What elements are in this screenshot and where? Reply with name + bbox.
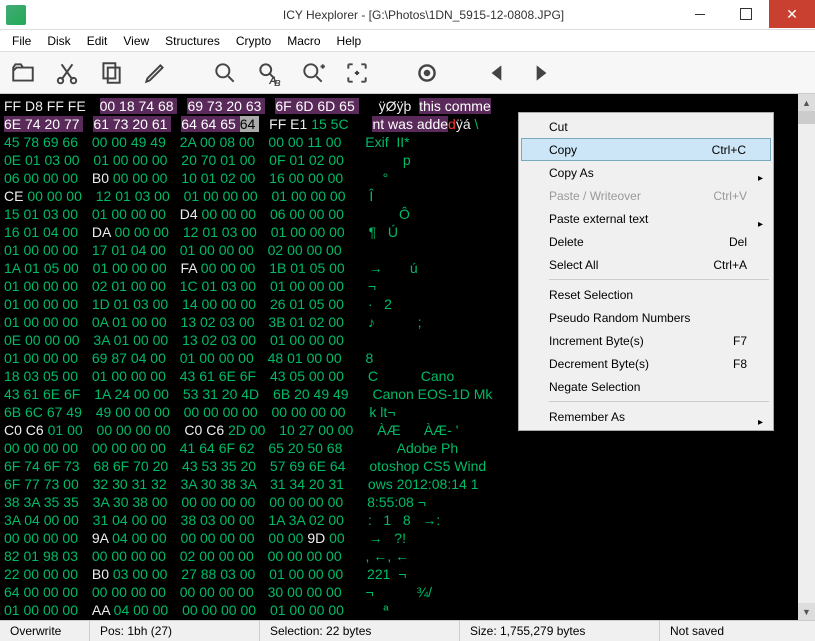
hex-row[interactable]: 00 00 00 00 9A 04 00 00 00 00 00 00 00 0… [4,529,811,547]
hex-row[interactable]: 01 00 00 00 AA 04 00 00 00 00 00 00 01 0… [4,601,811,619]
menu-view[interactable]: View [115,32,157,50]
hex-row[interactable]: 64 00 00 00 00 00 00 00 00 00 00 00 30 0… [4,583,811,601]
minimize-button[interactable] [677,0,723,28]
menu-item-delete[interactable]: DeleteDel [521,230,771,253]
menu-item-cut[interactable]: Cut [521,115,771,138]
menu-item-pseudo-random-numbers[interactable]: Pseudo Random Numbers [521,306,771,329]
menu-file[interactable]: File [4,32,39,50]
zoom-icon[interactable] [298,58,328,88]
edit-icon[interactable] [140,58,170,88]
menu-item-negate-selection[interactable]: Negate Selection [521,375,771,398]
menu-crypto[interactable]: Crypto [228,32,279,50]
status-selection: Selection: 22 bytes [260,621,460,641]
menu-macro[interactable]: Macro [279,32,328,50]
menu-item-select-all[interactable]: Select AllCtrl+A [521,253,771,276]
menubar: FileDiskEditViewStructuresCryptoMacroHel… [0,30,815,52]
record-icon[interactable] [412,58,442,88]
prev-icon[interactable] [482,58,512,88]
hex-row[interactable]: 3A 04 00 00 31 04 00 00 38 03 00 00 1A 3… [4,511,811,529]
status-mode: Overwrite [0,621,90,641]
menu-item-copy-as[interactable]: Copy As [521,161,771,184]
menu-disk[interactable]: Disk [39,32,78,50]
menu-separator [549,401,769,402]
close-button[interactable]: ✕ [769,0,815,28]
menu-structures[interactable]: Structures [157,32,228,50]
hex-row[interactable]: 82 01 98 03 00 00 00 00 02 00 00 00 00 0… [4,547,811,565]
hex-row[interactable]: 6F 77 73 00 32 30 31 32 3A 30 38 3A 31 3… [4,475,811,493]
hex-row[interactable]: 01 00 00 00 92 04 00 00 00 00 00 00 BE 0… [4,619,811,620]
menu-separator [549,279,769,280]
hex-row[interactable]: 38 3A 35 35 3A 30 38 00 00 00 00 00 00 0… [4,493,811,511]
statusbar: Overwrite Pos: 1bh (27) Selection: 22 by… [0,620,815,641]
menu-edit[interactable]: Edit [79,32,116,50]
vertical-scrollbar[interactable]: ▲ ▼ [798,94,815,620]
context-menu: CutCopyCtrl+CCopy AsPaste / WriteoverCtr… [518,112,774,431]
find-replace-icon[interactable]: AB [254,58,284,88]
open-icon[interactable] [8,58,38,88]
next-icon[interactable] [526,58,556,88]
copy-icon[interactable] [96,58,126,88]
scroll-up-icon[interactable]: ▲ [798,94,815,111]
menu-help[interactable]: Help [329,32,370,50]
menu-item-copy[interactable]: CopyCtrl+C [521,138,771,161]
cut-icon[interactable] [52,58,82,88]
status-position: Pos: 1bh (27) [90,621,260,641]
maximize-button[interactable] [723,0,769,28]
scroll-down-icon[interactable]: ▼ [798,603,815,620]
titlebar: ICY Hexplorer - [G:\Photos\1DN_5915-12-0… [0,0,815,30]
menu-item-paste-external-text[interactable]: Paste external text [521,207,771,230]
app-icon [6,5,26,25]
svg-text:B: B [274,78,280,86]
menu-item-reset-selection[interactable]: Reset Selection [521,283,771,306]
hex-row[interactable]: 22 00 00 00 B0 03 00 00 27 88 03 00 01 0… [4,565,811,583]
hex-row[interactable]: 00 00 00 00 00 00 00 00 41 64 6F 62 65 2… [4,439,811,457]
status-size: Size: 1,755,279 bytes [460,621,660,641]
menu-item-decrement-byte-s-[interactable]: Decrement Byte(s)F8 [521,352,771,375]
menu-item-paste-writeover: Paste / WriteoverCtrl+V [521,184,771,207]
toolbar: AB [0,52,815,94]
hex-row[interactable]: 6F 74 6F 73 68 6F 70 20 43 53 35 20 57 6… [4,457,811,475]
find-icon[interactable] [210,58,240,88]
menu-item-increment-byte-s-[interactable]: Increment Byte(s)F7 [521,329,771,352]
status-saved: Not saved [660,621,815,641]
menu-item-remember-as[interactable]: Remember As [521,405,771,428]
select-icon[interactable] [342,58,372,88]
